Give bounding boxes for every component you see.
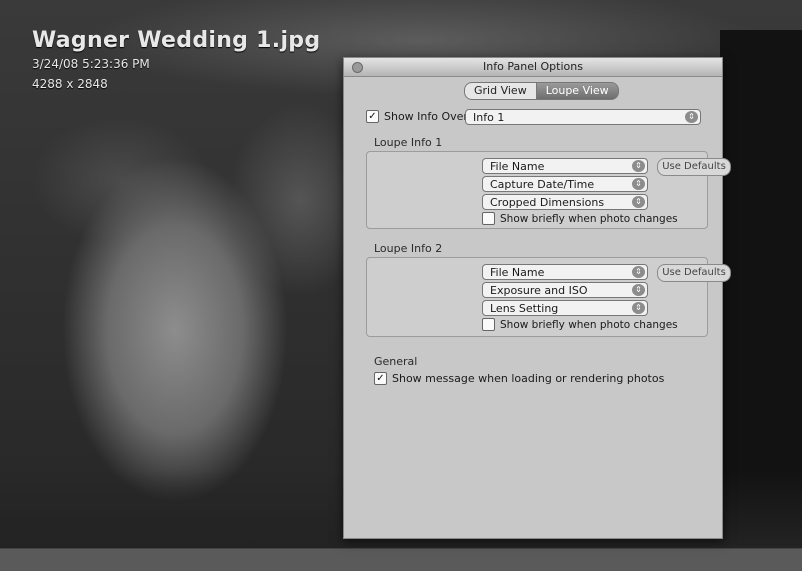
updown-arrows-icon: ⇕ <box>685 111 698 123</box>
check-icon: ✓ <box>376 373 385 384</box>
updown-arrows-icon: ⇕ <box>632 284 645 296</box>
show-message-label: Show message when loading or rendering p… <box>392 372 665 385</box>
info2-field-3-value: Lens Setting <box>490 302 559 315</box>
updown-arrows-icon: ⇕ <box>632 160 645 172</box>
general-section-label: General <box>374 355 418 368</box>
show-info-overlay-value: Info 1 <box>473 111 505 124</box>
updown-arrows-icon: ⇕ <box>632 178 645 190</box>
info-panel-options-dialog: Info Panel Options Grid View Loupe View … <box>343 57 731 539</box>
dialog-titlebar: Info Panel Options <box>344 58 722 77</box>
info2-field-2-select[interactable]: Exposure and ISO ⇕ <box>482 282 648 298</box>
loupe-info-1-group: File Name ⇕ Capture Date/Time ⇕ Cropped … <box>366 151 731 229</box>
info1-field-1-value: File Name <box>490 160 545 173</box>
info2-show-briefly-checkbox[interactable] <box>482 318 495 331</box>
info1-use-defaults-button[interactable]: Use Defaults <box>657 158 731 176</box>
info1-show-briefly-row: Show briefly when photo changes <box>482 212 678 225</box>
tab-loupe-view[interactable]: Loupe View <box>535 82 619 100</box>
info1-show-briefly-label: Show briefly when photo changes <box>500 212 678 225</box>
loupe-info-1-label: Loupe Info 1 <box>374 136 443 149</box>
view-mode-segmented-control: Grid View Loupe View <box>464 82 619 100</box>
info2-show-briefly-label: Show briefly when photo changes <box>500 318 678 331</box>
info1-field-3-value: Cropped Dimensions <box>490 196 605 209</box>
loupe-info-2-group: File Name ⇕ Exposure and ISO ⇕ Lens Sett… <box>366 257 731 337</box>
show-message-row: ✓ Show message when loading or rendering… <box>374 372 664 385</box>
check-icon: ✓ <box>368 111 377 122</box>
show-info-overlay-select[interactable]: Info 1 ⇕ <box>465 109 701 125</box>
info2-field-1-value: File Name <box>490 266 545 279</box>
info1-field-1-select[interactable]: File Name ⇕ <box>482 158 648 174</box>
info-overlay-date: 3/24/08 5:23:36 PM <box>32 57 150 71</box>
info2-use-defaults-button[interactable]: Use Defaults <box>657 264 731 282</box>
updown-arrows-icon: ⇕ <box>632 266 645 278</box>
info1-field-3-select[interactable]: Cropped Dimensions ⇕ <box>482 194 648 210</box>
tab-grid-view[interactable]: Grid View <box>464 82 536 100</box>
updown-arrows-icon: ⇕ <box>632 196 645 208</box>
info1-field-2-value: Capture Date/Time <box>490 178 595 191</box>
show-message-checkbox[interactable]: ✓ <box>374 372 387 385</box>
close-icon[interactable] <box>352 62 363 73</box>
info2-field-2-value: Exposure and ISO <box>490 284 588 297</box>
info2-field-1-select[interactable]: File Name ⇕ <box>482 264 648 280</box>
filmstrip-bar[interactable] <box>0 548 802 571</box>
show-info-overlay-checkbox[interactable]: ✓ <box>366 110 379 123</box>
info1-show-briefly-checkbox[interactable] <box>482 212 495 225</box>
info-overlay-dimensions: 4288 x 2848 <box>32 77 108 91</box>
info1-field-2-select[interactable]: Capture Date/Time ⇕ <box>482 176 648 192</box>
loupe-info-2-label: Loupe Info 2 <box>374 242 443 255</box>
dialog-title: Info Panel Options <box>483 60 583 73</box>
info2-show-briefly-row: Show briefly when photo changes <box>482 318 678 331</box>
info2-field-3-select[interactable]: Lens Setting ⇕ <box>482 300 648 316</box>
updown-arrows-icon: ⇕ <box>632 302 645 314</box>
info-overlay-filename: Wagner Wedding 1.jpg <box>32 28 321 53</box>
